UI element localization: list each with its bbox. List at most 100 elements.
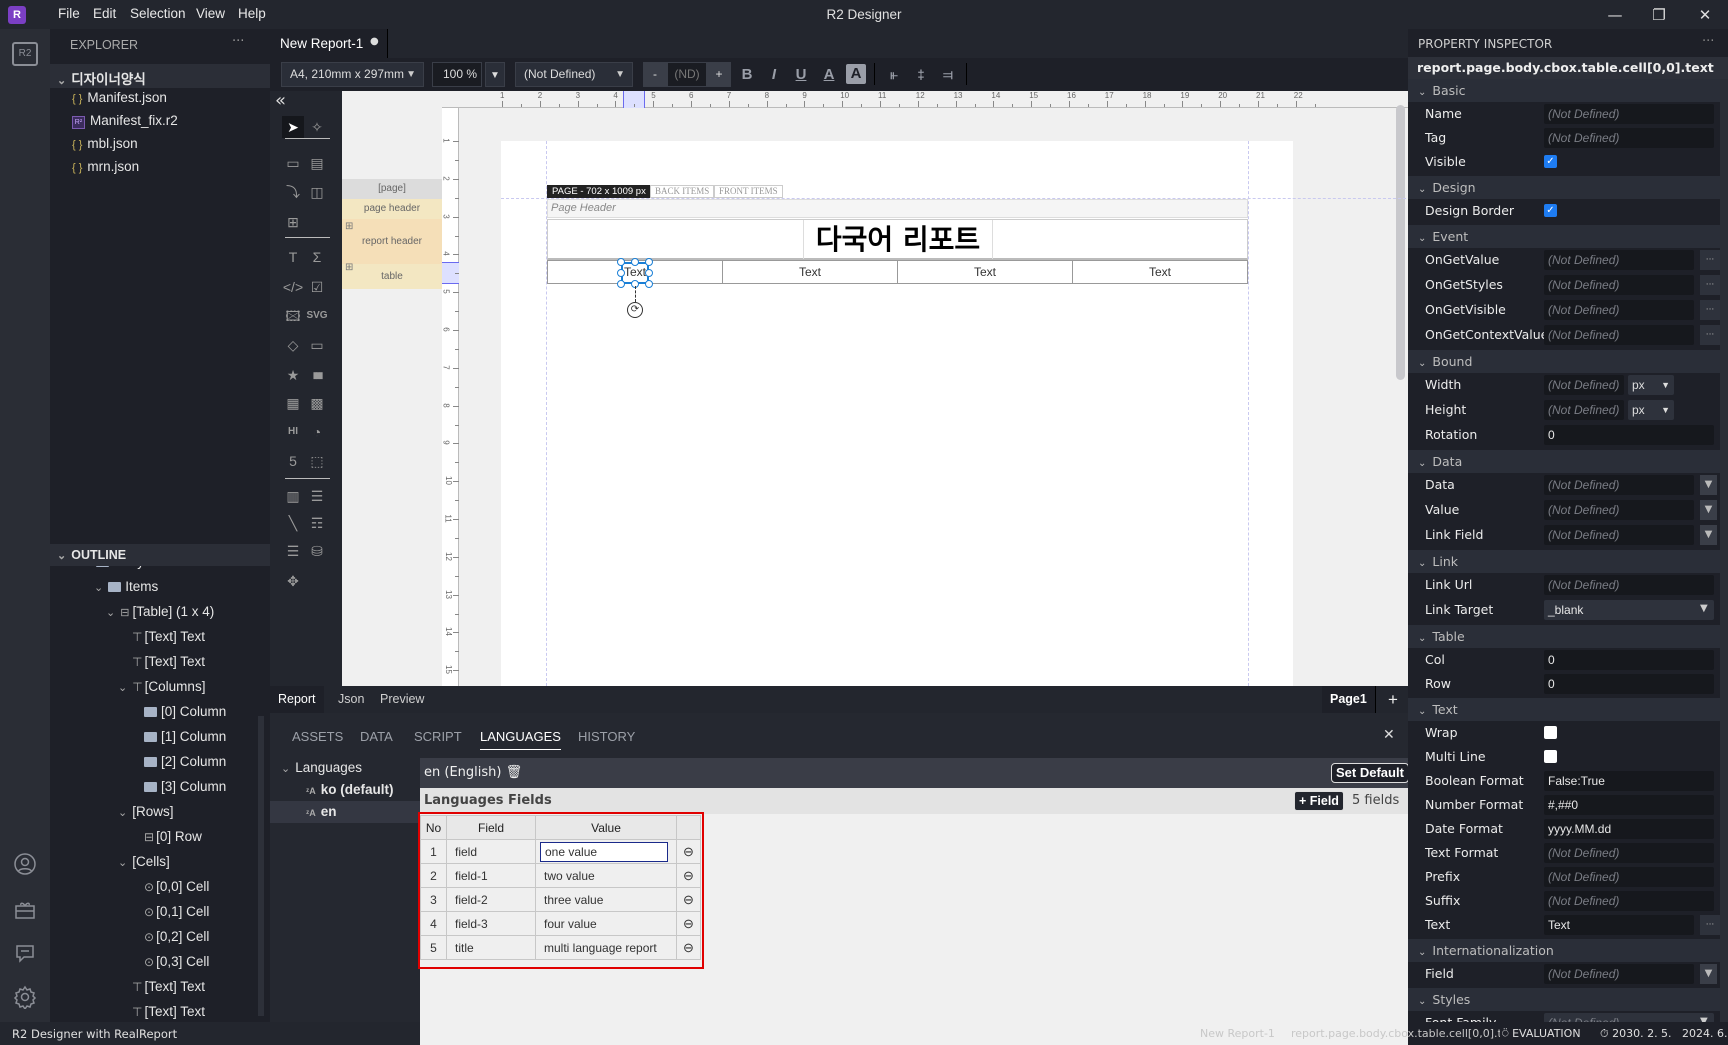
table-cell[interactable]: Text <box>1073 261 1247 283</box>
close-window-button[interactable]: ✕ <box>1690 4 1720 26</box>
stack-icon[interactable]: ☶ <box>306 512 328 534</box>
shape-icon[interactable]: ◇ <box>282 334 304 356</box>
font-size-decrease-button[interactable]: - <box>643 62 667 87</box>
menu-help[interactable]: Help <box>238 6 266 21</box>
column-box-icon[interactable]: ▥ <box>282 485 304 507</box>
tab-preview[interactable]: Preview <box>372 686 432 713</box>
zoom-input[interactable]: 100 % <box>432 62 482 87</box>
page-header-band[interactable]: Page Header <box>547 199 1248 218</box>
star-icon[interactable]: ★ <box>282 364 304 386</box>
tab-assets[interactable]: ASSETS <box>292 729 343 744</box>
prop-checkbox[interactable]: ✓ <box>1544 204 1557 217</box>
resize-handle[interactable] <box>645 269 653 277</box>
outline-item[interactable]: ⊙ [0,0] Cell <box>144 879 209 894</box>
prop-checkbox[interactable] <box>1544 726 1557 739</box>
outline-item[interactable]: ⌄ [Rows] <box>118 804 173 819</box>
prop-value-field[interactable]: False:True <box>1544 771 1714 791</box>
prop-group-basic[interactable]: ⌄ Basic <box>1408 79 1720 102</box>
inspector-scrollbar[interactable] <box>1720 79 1728 1029</box>
canvas-scrollbar[interactable] <box>1396 105 1405 380</box>
remove-field-icon[interactable]: ⊖ <box>676 935 701 960</box>
account-icon[interactable] <box>12 852 38 878</box>
explorer-file[interactable]: R² Manifest_fix.r2 <box>72 113 178 129</box>
tab-json[interactable]: Json <box>330 686 372 713</box>
expand-icon[interactable]: ⊞ <box>345 262 353 273</box>
summary-icon[interactable]: Σ <box>306 246 328 268</box>
set-default-button[interactable]: Set Default <box>1331 763 1409 783</box>
expand-icon[interactable]: ⊞ <box>345 221 353 232</box>
realchart-icon[interactable]: ◔ <box>306 421 328 443</box>
group-band-icon[interactable]: ⤵ <box>282 181 304 203</box>
outline-item[interactable]: ⌄ ⊤ [Columns] <box>118 679 205 694</box>
field-name-cell[interactable]: field-1 <box>446 863 536 888</box>
outline-item[interactable]: ⌄ Items <box>94 579 158 594</box>
prop-value-field[interactable]: 0 <box>1544 650 1714 670</box>
more-options-button[interactable]: ··· <box>1700 325 1720 345</box>
outline-item[interactable]: [2] Column <box>144 754 226 769</box>
outline-item[interactable]: [3] Column <box>144 779 226 794</box>
close-panel-button[interactable]: ✕ <box>1383 727 1395 743</box>
prop-value-field[interactable]: (Not Defined) <box>1544 867 1714 887</box>
gift-icon[interactable] <box>12 898 38 924</box>
language-field-row[interactable]: 4 field-3 four value ⊖ <box>420 911 701 936</box>
zoom-dropdown-button[interactable]: ▼ <box>485 62 505 87</box>
outline-item[interactable]: ⌄ [Cells] <box>118 854 170 869</box>
prop-value-field[interactable]: (Not Defined) <box>1544 475 1694 495</box>
prop-value-field[interactable]: (Not Defined) <box>1544 300 1694 320</box>
font-family-select[interactable]: (Not Defined) ▼ <box>515 62 633 87</box>
field-value-cell[interactable]: three value <box>535 887 677 912</box>
prop-value-field[interactable]: yyyy.MM.dd <box>1544 819 1714 839</box>
magic-tool-icon[interactable]: ✧ <box>306 116 328 138</box>
resize-handle[interactable] <box>645 280 653 288</box>
prop-group-event[interactable]: ⌄ Event <box>1408 225 1720 248</box>
datamatrix-icon[interactable]: ▩ <box>306 392 328 414</box>
prop-value-field[interactable]: 0 <box>1544 425 1714 445</box>
more-options-button[interactable]: ··· <box>1700 300 1720 320</box>
prop-value-field[interactable]: (Not Defined) <box>1544 250 1694 270</box>
move-icon[interactable]: ✥ <box>282 570 304 592</box>
row-box-icon[interactable]: ☰ <box>306 485 328 507</box>
field-name-cell[interactable]: field-3 <box>446 911 536 936</box>
resize-handle[interactable] <box>617 258 625 266</box>
rotate-handle-icon[interactable]: ⟳ <box>627 302 643 318</box>
resize-handle[interactable] <box>617 269 625 277</box>
svg-icon[interactable]: SVG <box>306 305 328 327</box>
tab-languages[interactable]: LANGUAGES <box>480 729 561 750</box>
prop-group-data[interactable]: ⌄ Data <box>1408 450 1720 473</box>
image-icon[interactable]: 🖾 <box>282 305 304 327</box>
font-size-increase-button[interactable]: + <box>707 62 731 87</box>
language-field-row[interactable]: 5 title multi language report ⊖ <box>420 935 701 960</box>
front-items-button[interactable]: FRONT ITEMS <box>714 185 783 198</box>
prop-group-internationalization[interactable]: ⌄ Internationalization <box>1408 939 1720 962</box>
outline-title[interactable]: ⌄ OUTLINE <box>57 548 126 562</box>
language-field-row[interactable]: 2 field-1 two value ⊖ <box>420 863 701 888</box>
prop-value-field[interactable]: (Not Defined) <box>1544 891 1714 911</box>
prop-value-field[interactable]: (Not Defined) <box>1544 400 1624 420</box>
chevron-down-icon[interactable]: ▼ <box>1700 603 1708 614</box>
align-right-icon[interactable]: ⫤ <box>939 62 957 87</box>
prop-checkbox[interactable] <box>1544 750 1557 763</box>
prop-value-field[interactable]: (Not Defined) <box>1544 128 1714 148</box>
text-icon[interactable]: T <box>282 246 304 268</box>
prop-value-field[interactable]: Text <box>1544 915 1694 935</box>
add-field-button[interactable]: + Field <box>1294 791 1344 811</box>
prop-value-field[interactable]: _blank <box>1544 600 1714 620</box>
remove-field-icon[interactable]: ⊖ <box>676 839 701 864</box>
remove-field-icon[interactable]: ⊖ <box>676 863 701 888</box>
barcode-icon[interactable]: ▮▮▮ <box>306 364 328 386</box>
prop-value-field[interactable]: (Not Defined) <box>1544 104 1714 124</box>
dropdown-button[interactable]: ▼ <box>1700 525 1717 545</box>
progress-icon[interactable]: ▭ <box>306 334 328 356</box>
prop-value-field[interactable]: #,##0 <box>1544 795 1714 815</box>
modified-dot-icon[interactable]: ● <box>370 36 379 47</box>
outline-item[interactable]: ⊤ [Text] Text <box>132 979 205 994</box>
prop-group-styles[interactable]: ⌄ Styles <box>1408 988 1720 1011</box>
font-color-button[interactable]: A <box>818 62 840 87</box>
prop-group-design[interactable]: ⌄ Design <box>1408 176 1720 199</box>
prop-value-field[interactable]: 0 <box>1544 674 1714 694</box>
prop-value-field[interactable]: (Not Defined) <box>1544 575 1714 595</box>
menu-view[interactable]: View <box>196 6 225 21</box>
highlight-icon[interactable]: HI <box>282 421 304 443</box>
unit-select[interactable]: px ▼ <box>1628 375 1674 395</box>
more-options-button[interactable]: ··· <box>1700 915 1720 935</box>
